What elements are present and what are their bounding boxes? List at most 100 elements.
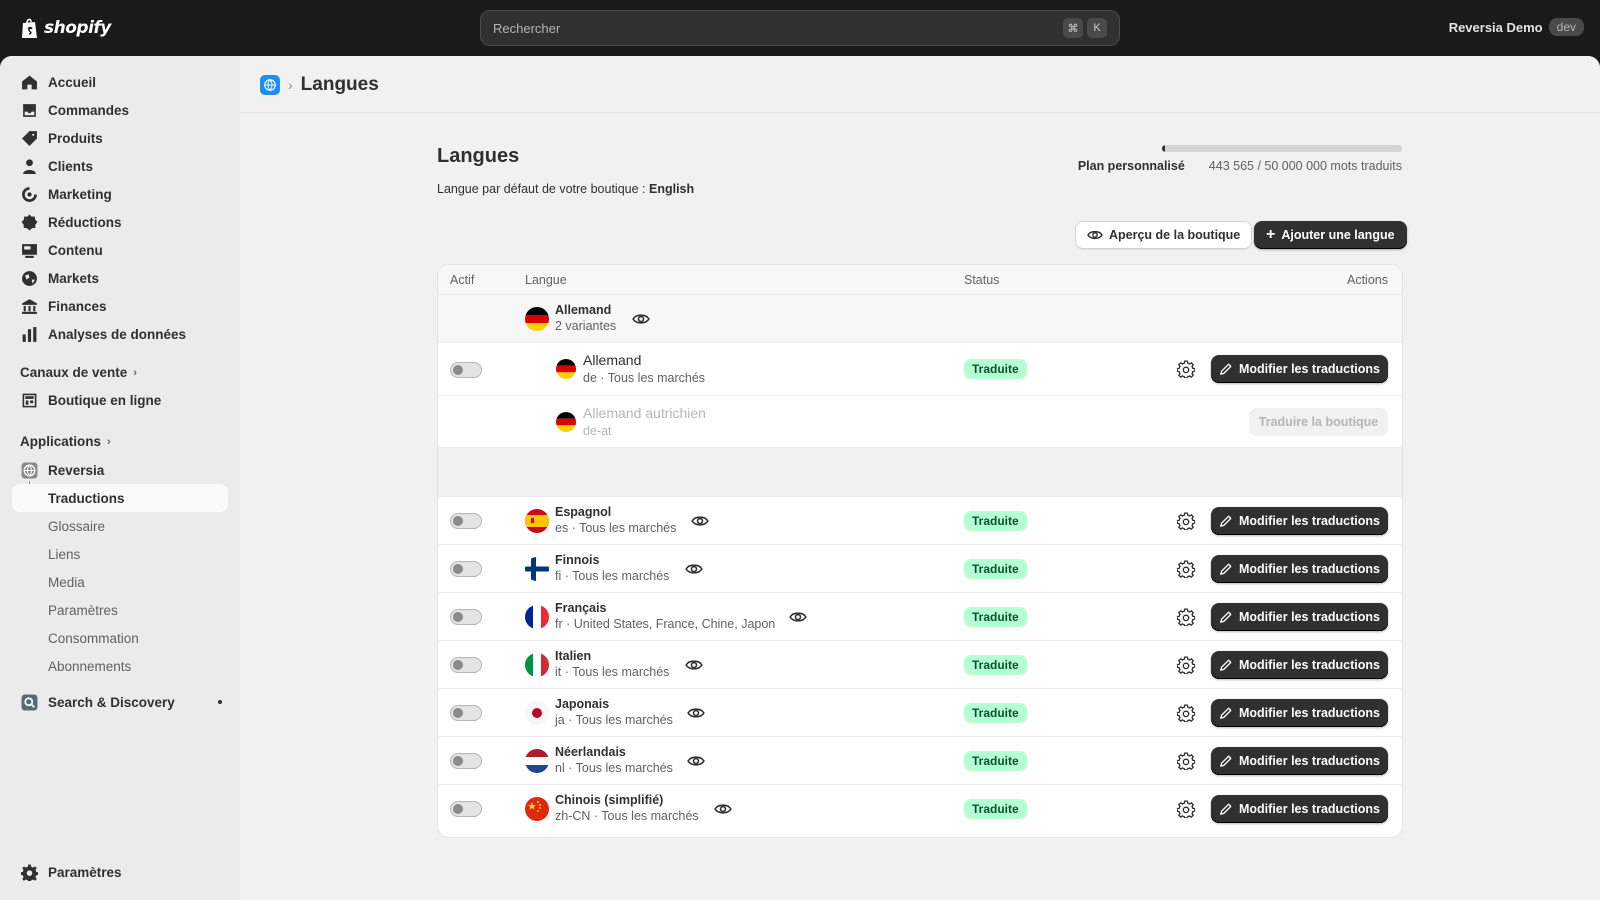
- language-name: Allemand: [583, 352, 642, 368]
- flag-cn-icon: [525, 797, 549, 821]
- language-sub: it · Tous les marchés: [555, 665, 670, 679]
- sidebar-item-contenu[interactable]: Contenu: [12, 236, 228, 264]
- sidebar-subitem-parametres[interactable]: Paramètres: [12, 596, 228, 624]
- table-row: Italien it · Tous les marchés Traduite M…: [438, 641, 1402, 689]
- store-menu[interactable]: Reversia Demo dev: [1449, 18, 1584, 36]
- header-divider: [240, 112, 1600, 113]
- edit-translations-button[interactable]: Modifier les traductions: [1211, 699, 1388, 727]
- sidebar-subitem-glossaire[interactable]: Glossaire: [12, 512, 228, 540]
- store-preview-button[interactable]: Aperçu de la boutique: [1075, 221, 1253, 249]
- edit-translations-button[interactable]: Modifier les traductions: [1211, 747, 1388, 775]
- edit-translations-button[interactable]: Modifier les traductions: [1211, 355, 1388, 383]
- edit-translations-button[interactable]: Modifier les traductions: [1211, 555, 1388, 583]
- language-sub: nl · Tous les marchés: [555, 761, 673, 775]
- sidebar-item-accueil[interactable]: Accueil: [12, 68, 228, 96]
- bank-icon: [20, 297, 38, 315]
- edit-translations-button[interactable]: Modifier les traductions: [1211, 795, 1388, 823]
- column-header-status: Status: [964, 273, 1000, 287]
- edit-translations-button[interactable]: Modifier les traductions: [1211, 651, 1388, 679]
- pencil-icon: [1220, 515, 1232, 527]
- command-key: ⌘: [1063, 18, 1083, 38]
- edit-translations-button[interactable]: Modifier les traductions: [1211, 603, 1388, 631]
- sidebar-item-commandes[interactable]: Commandes: [12, 96, 228, 124]
- gear-icon[interactable]: [1177, 704, 1195, 722]
- language-variant-row: Allemand de · Tous les marchés Traduite …: [438, 343, 1402, 396]
- table-row: Espagnol es · Tous les marchés Traduite …: [438, 497, 1402, 545]
- language-name: Finnois: [555, 553, 600, 567]
- sidebar-item-label: Reversia: [48, 462, 105, 478]
- pinned-dot: [218, 700, 222, 704]
- sidebar-item-markets[interactable]: Markets: [12, 264, 228, 292]
- sidebar-subitem-label: Liens: [48, 546, 81, 562]
- sidebar-subitem-liens[interactable]: Liens: [12, 540, 228, 568]
- eye-icon[interactable]: [687, 704, 705, 722]
- eye-icon[interactable]: [685, 656, 703, 674]
- active-toggle[interactable]: [450, 609, 482, 625]
- active-toggle[interactable]: [450, 657, 482, 673]
- sidebar-item-online-store[interactable]: Boutique en ligne: [12, 386, 228, 414]
- translate-app-icon[interactable]: [260, 75, 280, 95]
- eye-icon: [1087, 230, 1103, 240]
- active-toggle[interactable]: [450, 362, 482, 378]
- apps-title[interactable]: Applications ›: [20, 434, 111, 449]
- sidebar-subitem-label: Paramètres: [48, 602, 118, 618]
- add-language-button[interactable]: + Ajouter une langue: [1254, 221, 1407, 249]
- eye-icon[interactable]: [687, 752, 705, 770]
- sales-channels-title[interactable]: Canaux de vente ›: [20, 365, 137, 380]
- gear-icon[interactable]: [1177, 656, 1195, 674]
- eye-icon[interactable]: [632, 310, 650, 328]
- status-badge: Traduite: [964, 559, 1027, 579]
- search-input[interactable]: Rechercher ⌘ K: [480, 10, 1120, 46]
- eye-icon[interactable]: [691, 512, 709, 530]
- status-badge: Traduite: [964, 799, 1027, 819]
- gear-icon[interactable]: [1177, 360, 1195, 378]
- active-toggle[interactable]: [450, 705, 482, 721]
- gear-icon[interactable]: [1177, 512, 1195, 530]
- sidebar-item-settings[interactable]: Paramètres: [12, 858, 228, 886]
- sidebar-subitem-consommation[interactable]: Consommation: [12, 624, 228, 652]
- language-sub: de · Tous les marchés: [583, 371, 706, 385]
- usage-progress-bar: [1162, 145, 1402, 152]
- chevron-right-icon: ›: [107, 435, 111, 448]
- sidebar-item-finances[interactable]: Finances: [12, 292, 228, 320]
- translate-store-button[interactable]: Traduire la boutique: [1249, 408, 1388, 436]
- sidebar-item-search-discovery[interactable]: Search & Discovery: [12, 688, 228, 716]
- active-toggle[interactable]: [450, 753, 482, 769]
- table-row: Néerlandais nl · Tous les marchés Tradui…: [438, 737, 1402, 785]
- add-language-label: Ajouter une langue: [1281, 228, 1395, 242]
- gear-icon[interactable]: [1177, 560, 1195, 578]
- active-toggle[interactable]: [450, 561, 482, 577]
- usage-progress-fill: [1162, 145, 1165, 152]
- edit-translations-button[interactable]: Modifier les traductions: [1211, 507, 1388, 535]
- sidebar-item-marketing[interactable]: Marketing: [12, 180, 228, 208]
- group-spacer: [438, 448, 1402, 497]
- shopify-logo[interactable]: shopify: [20, 16, 111, 40]
- gear-icon[interactable]: [1177, 752, 1195, 770]
- column-header-actions: Actions: [1347, 273, 1388, 287]
- sidebar-item-analyses[interactable]: Analyses de données: [12, 320, 228, 348]
- gear-icon[interactable]: [1177, 800, 1195, 818]
- eye-icon[interactable]: [714, 800, 732, 818]
- eye-icon[interactable]: [789, 608, 807, 626]
- sidebar-subitem-media[interactable]: Media: [12, 568, 228, 596]
- plan-label: Plan personnalisé: [1077, 159, 1185, 173]
- store-name: Reversia Demo: [1448, 19, 1543, 35]
- language-name: Japonais: [555, 697, 610, 711]
- language-variant-row: Allemand autrichien de-at Traduire la bo…: [438, 396, 1402, 448]
- sidebar-item-produits[interactable]: Produits: [12, 124, 228, 152]
- sidebar-item-label: Markets: [48, 270, 100, 286]
- active-toggle[interactable]: [450, 513, 482, 529]
- table-header: [438, 265, 1402, 295]
- target-icon: [20, 185, 38, 203]
- sidebar-subitem-abonnements[interactable]: Abonnements: [12, 652, 228, 680]
- eye-icon[interactable]: [685, 560, 703, 578]
- language-sub: zh-CN · Tous les marchés: [555, 809, 699, 823]
- chevron-right-icon: ›: [133, 366, 137, 379]
- gear-icon[interactable]: [1177, 608, 1195, 626]
- sidebar-item-reductions[interactable]: Réductions: [12, 208, 228, 236]
- gear-icon: [20, 863, 38, 881]
- active-toggle[interactable]: [450, 801, 482, 817]
- sidebar-subitem-traductions[interactable]: Traductions: [12, 484, 228, 512]
- sidebar-item-reversia[interactable]: Reversia: [12, 456, 228, 484]
- sidebar-item-clients[interactable]: Clients: [12, 152, 228, 180]
